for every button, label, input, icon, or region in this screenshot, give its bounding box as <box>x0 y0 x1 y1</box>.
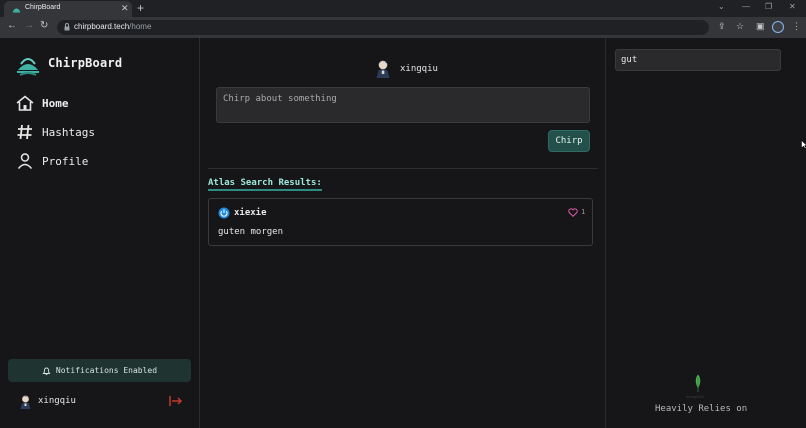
url-host: chirpboard.tech <box>74 22 130 31</box>
sidebar-item-profile[interactable]: Profile <box>16 152 88 170</box>
like-count: 1 <box>581 208 586 216</box>
browser-toolbar: ← → ↻ chirpboard.tech/home ⇪ ☆ ▣ ⋮ <box>0 17 806 38</box>
reload-icon[interactable]: ↻ <box>40 20 48 31</box>
url-text: chirpboard.tech/home <box>74 22 151 31</box>
mongodb-leaf-icon <box>695 374 701 392</box>
tab-search-icon[interactable]: ⌄ <box>718 2 725 11</box>
logout-icon[interactable] <box>169 395 182 407</box>
forward-icon[interactable]: → <box>24 20 34 31</box>
notifications-button[interactable]: Notifications Enabled <box>8 359 191 382</box>
share-icon[interactable]: ⇪ <box>718 21 726 32</box>
search-input[interactable] <box>615 49 781 71</box>
sidebar-item-label: Home <box>42 96 69 110</box>
new-tab-icon[interactable]: + <box>137 1 144 15</box>
back-icon[interactable]: ← <box>7 20 17 31</box>
chirp-button[interactable]: Chirp <box>548 130 590 152</box>
tab-title: ChirpBoard <box>25 4 61 11</box>
home-icon <box>16 95 34 111</box>
sidebar-item-hashtags[interactable]: Hashtags <box>16 123 95 141</box>
minimize-icon[interactable]: — <box>742 2 750 11</box>
maximize-icon[interactable]: ❐ <box>765 2 772 11</box>
notifications-label: Notifications Enabled <box>55 366 158 375</box>
mouse-cursor-icon <box>801 140 806 149</box>
chirp-card[interactable]: xiexie 1 guten morgen <box>208 198 593 246</box>
bookmark-star-icon[interactable]: ☆ <box>736 21 744 32</box>
hash-icon <box>17 124 32 140</box>
bell-icon <box>42 367 51 375</box>
sidebar-item-label: Profile <box>42 154 89 168</box>
search-results-title: Atlas Search Results: <box>208 178 322 191</box>
power-icon <box>218 207 230 219</box>
browser-tab-bar: ChirpBoard ✕ + ⌄ — ❐ ✕ <box>0 0 806 17</box>
main-feed: xingqiu Chirp Atlas Search Results: xiex… <box>201 38 606 428</box>
relies-on-text: Heavily Relies on <box>655 404 748 414</box>
profile-avatar-icon[interactable] <box>772 21 784 33</box>
menu-dots-icon[interactable]: ⋮ <box>792 21 801 32</box>
mongodb-wordmark: mongoDB <box>686 394 704 399</box>
header-username: xingqiu <box>400 64 438 74</box>
divider <box>208 168 598 169</box>
brand-name: ChirpBoard <box>48 56 123 70</box>
chirp-compose-input[interactable] <box>216 87 590 123</box>
current-user-name: xingqiu <box>38 396 76 406</box>
browser-tab[interactable]: ChirpBoard ✕ <box>4 1 132 17</box>
sidebar-item-home[interactable]: Home <box>16 94 69 112</box>
chirpboard-favicon-icon <box>12 8 21 13</box>
address-bar[interactable]: chirpboard.tech/home <box>57 20 709 35</box>
sidebar-item-label: Hashtags <box>42 125 95 139</box>
sidebar: ChirpBoard Home Hashtags Profile Notific… <box>0 38 200 428</box>
user-icon <box>17 153 33 169</box>
lock-icon <box>64 23 70 31</box>
chirpboard-logo-icon <box>17 58 39 76</box>
tab-close-icon[interactable]: ✕ <box>121 3 129 14</box>
close-window-icon[interactable]: ✕ <box>789 2 796 11</box>
chirp-text: guten morgen <box>218 227 284 237</box>
chirp-author[interactable]: xiexie <box>234 208 267 218</box>
right-panel: mongoDB Heavily Relies on <box>607 38 806 428</box>
avatar[interactable] <box>373 58 393 78</box>
avatar[interactable] <box>18 394 33 409</box>
side-panel-icon[interactable]: ▣ <box>756 21 765 32</box>
heart-icon[interactable] <box>568 208 578 217</box>
url-path: /home <box>129 22 152 31</box>
